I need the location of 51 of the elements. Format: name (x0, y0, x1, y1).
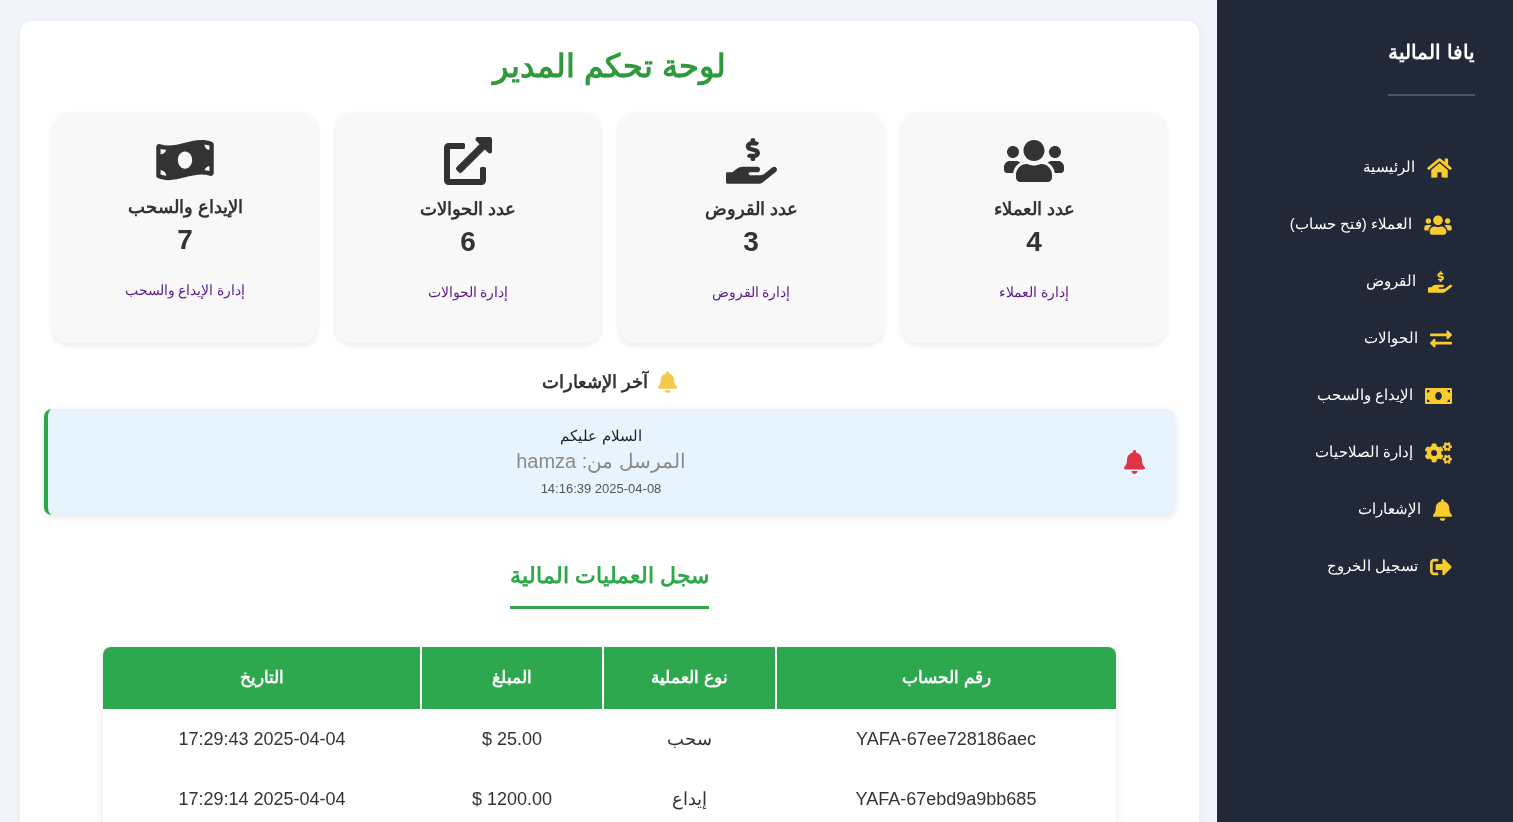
sidebar-title: يافا المالية (1388, 40, 1475, 65)
bell-icon (1124, 450, 1145, 474)
stat-title: عدد العملاء (993, 198, 1075, 221)
table-cell: 17:29:43 2025-04-04 (103, 709, 421, 769)
sidebar-item[interactable]: العملاء (فتح حساب) (1289, 196, 1452, 253)
column-header: رقم الحساب (776, 647, 1116, 709)
page-title: لوحة تحكم المدير (490, 47, 727, 85)
exchange-arrows-icon (1430, 327, 1452, 350)
gears-icon (1425, 441, 1452, 464)
column-header: نوع العملية (603, 647, 776, 709)
bell-icon (1433, 498, 1452, 521)
manage-link[interactable]: إدارة القروض (711, 283, 791, 301)
manage-link[interactable]: إدارة العملاء (999, 283, 1069, 301)
manage-link[interactable]: إدارة الحوالات (427, 283, 509, 301)
banknote-icon (156, 137, 214, 183)
table-cell-text: $ 1200.00 (470, 787, 554, 811)
stat-title: عدد الحوالات (420, 198, 516, 221)
notifications-heading: آخر الإشعارات (542, 370, 648, 394)
sidebar-item[interactable]: الحوالات (1364, 310, 1452, 367)
column-header: التاريخ (103, 647, 421, 709)
users-icon (1424, 213, 1452, 236)
sidebar-item[interactable]: القروض (1366, 253, 1452, 310)
notification-message: السلام عليكم (560, 426, 642, 446)
stat-value: 7 (177, 223, 193, 257)
sidebar-item[interactable]: الإيداع والسحب (1316, 367, 1452, 424)
stat-value: 4 (1026, 225, 1042, 259)
section-title: سجل العمليات المالية (509, 562, 710, 590)
table-cell: YAFA-67ee728186aec (776, 709, 1116, 769)
notification-time: 14:16:39 2025-04-08 (540, 480, 662, 498)
stat-value: 3 (743, 225, 759, 259)
home-icon (1427, 156, 1452, 179)
users-icon (1004, 137, 1064, 185)
stat-value: 6 (460, 225, 476, 259)
sidebar-item[interactable]: تسجيل الخروج (1326, 538, 1452, 595)
manage-link[interactable]: إدارة الإيداع والسحب (124, 281, 246, 299)
table-cell: سحب (603, 709, 776, 769)
bell-icon (658, 371, 677, 393)
table-cell-text: YAFA-67ebd9a9bb685 (854, 787, 1038, 811)
table-cell: $ 25.00 (421, 709, 603, 769)
hand-dollar-icon (1428, 270, 1452, 293)
sidebar-item[interactable]: الإشعارات (1358, 481, 1452, 538)
column-header: المبلغ (421, 647, 603, 709)
stat-title: الإيداع والسحب (127, 196, 243, 219)
sidebar-item[interactable]: الرئيسية (1363, 139, 1452, 196)
external-link-icon (444, 137, 492, 185)
notification-sender: المرسل من: hamza (516, 449, 686, 473)
table-cell-text: إيداع (671, 787, 708, 812)
sidebar-item[interactable]: إدارة الصلاحيات (1314, 424, 1452, 481)
table-cell-text: 17:29:14 2025-04-04 (177, 787, 347, 811)
stat-title: عدد القروض (704, 198, 798, 221)
hand-dollar-icon (725, 137, 777, 185)
